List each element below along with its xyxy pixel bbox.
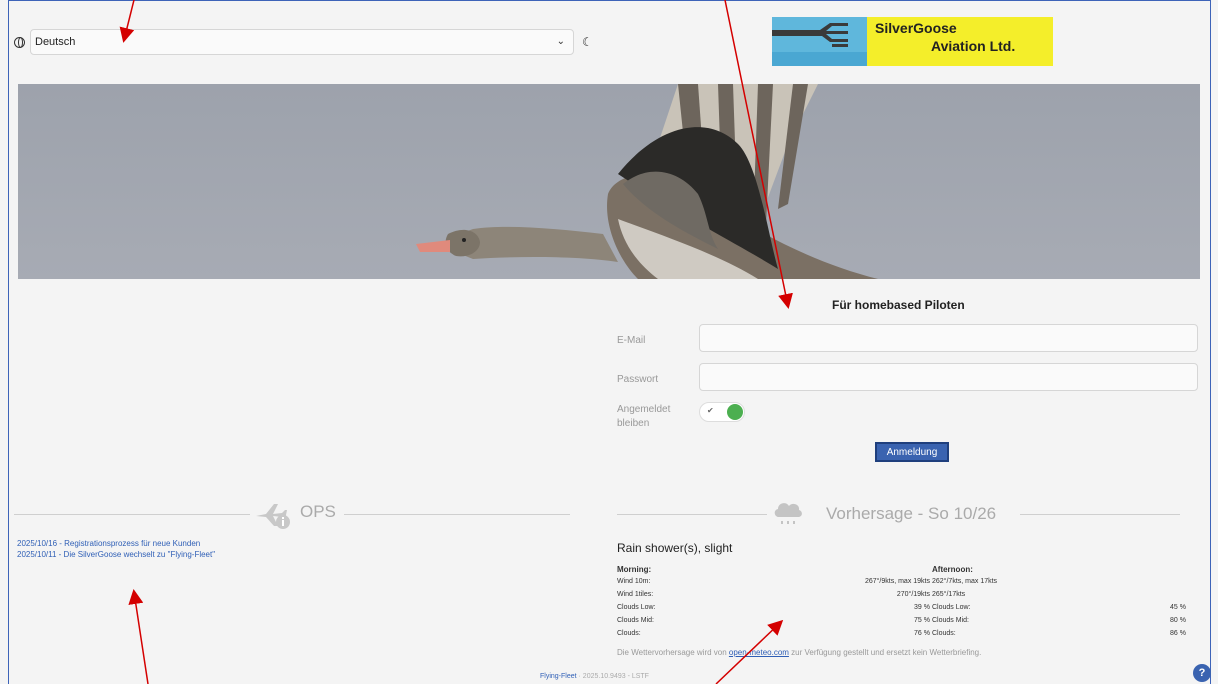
logo-text-box: SilverGoose Aviation Ltd. — [867, 17, 1053, 66]
weather-afternoon-value: 86 % — [1170, 630, 1186, 637]
weather-morning-label: Wind 10m: — [617, 578, 651, 585]
weather-note-before: Die Wettervorhersage wird von — [617, 648, 729, 657]
weather-afternoon-value: 80 % — [1170, 617, 1186, 624]
footer-link[interactable]: Flying-Fleet — [540, 673, 577, 680]
remember-toggle[interactable]: ✔ — [699, 402, 745, 422]
weather-morning-label: Clouds: — [617, 630, 641, 637]
plane-info-icon — [256, 504, 290, 529]
login-title: Für homebased Piloten — [832, 298, 965, 312]
logo-line1: SilverGoose — [875, 20, 957, 36]
weather-morning-label: Clouds Mid: — [617, 617, 654, 624]
weather-afternoon-label: Clouds Mid: — [932, 617, 969, 624]
weather-afternoon-label: Clouds Low: — [932, 604, 971, 611]
news-item-1[interactable]: 2025/10/16 - Registrationsprozess für ne… — [17, 539, 200, 548]
language-selector-row: Deutsch ⌄ ☾ — [14, 29, 593, 55]
email-field[interactable] — [699, 324, 1198, 352]
moon-icon[interactable]: ☾ — [582, 35, 593, 49]
weather-morning-label: Wind 1tiles: — [617, 591, 654, 598]
help-button[interactable]: ? — [1193, 664, 1211, 682]
weather-disclaimer: Die Wettervorhersage wird von open-meteo… — [617, 648, 981, 657]
footer-version: · 2025.10.9493 - LSTF — [576, 673, 649, 680]
logo-line2: Aviation Ltd. — [931, 38, 1016, 54]
weather-afternoon-label: Clouds: — [932, 630, 956, 637]
ops-divider-right — [344, 514, 570, 515]
weather-note-after: zur Verfügung gestellt und ersetzt kein … — [788, 648, 982, 657]
language-select-value: Deutsch — [35, 36, 76, 48]
ops-divider-left — [14, 514, 250, 515]
weather-morning-heading: Morning: — [617, 565, 652, 574]
weather-afternoon-value: 265°/17kts — [932, 591, 966, 598]
hero-banner-goose — [18, 84, 1200, 279]
chevron-down-icon: ⌄ — [556, 36, 565, 47]
weather-afternoon-value: 262°/7kts, max 17kts — [932, 578, 998, 585]
weather-title: Vorhersage - So 10/26 — [826, 504, 997, 523]
open-meteo-link[interactable]: open-meteo.com — [729, 648, 789, 657]
footer: Flying-Fleet · 2025.10.9493 - LSTF — [540, 673, 649, 680]
weather-afternoon-value: 45 % — [1170, 604, 1186, 611]
news-item-2[interactable]: 2025/10/11 - Die SilverGoose wechselt zu… — [17, 550, 215, 559]
weather-morning-value: 76 % — [914, 630, 930, 637]
globe-icon — [14, 36, 25, 48]
weather-divider-right — [1020, 514, 1180, 515]
weather-morning-value: 75 % — [914, 617, 930, 624]
weather-morning-value: 267°/9kts, max 19kts — [864, 578, 930, 585]
toggle-knob — [727, 404, 743, 420]
company-logo: SilverGoose Aviation Ltd. — [772, 17, 1053, 66]
password-label: Passwort — [617, 374, 659, 385]
password-field[interactable] — [699, 363, 1198, 391]
weather-morning-value: 270°/19kts — [896, 591, 930, 598]
remember-label: Angemeldet bleiben — [617, 404, 671, 429]
language-select[interactable]: Deutsch ⌄ — [30, 29, 574, 55]
weather-morning-label: Clouds Low: — [617, 604, 656, 611]
check-icon: ✔ — [707, 406, 714, 415]
email-label: E-Mail — [617, 335, 646, 346]
ops-title: OPS — [300, 502, 336, 521]
weather-morning-value: 39 % — [914, 604, 930, 611]
weather-afternoon-heading: Afternoon: — [932, 565, 973, 574]
login-button[interactable]: Anmeldung — [875, 442, 949, 462]
rain-cloud-icon — [774, 503, 802, 524]
weather-divider-left — [617, 514, 767, 515]
logo-graphic — [772, 17, 867, 66]
weather-summary: Rain shower(s), slight — [617, 541, 733, 555]
goose-illustration — [18, 84, 1200, 279]
